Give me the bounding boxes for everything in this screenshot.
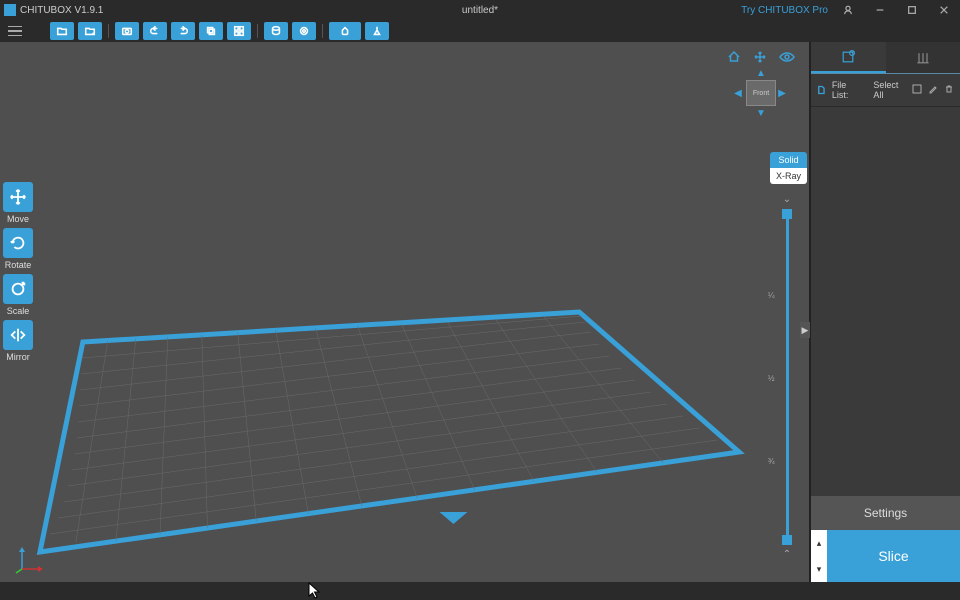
right-panel: File List: Select All Settings ▴ ▾ Slice bbox=[810, 42, 960, 582]
app-icon bbox=[4, 4, 16, 16]
status-bar bbox=[0, 582, 960, 600]
document-title: untitled* bbox=[462, 5, 498, 16]
right-panel-tabs bbox=[811, 42, 960, 74]
undo-button[interactable] bbox=[143, 22, 167, 40]
close-button[interactable] bbox=[932, 2, 956, 18]
redo-button[interactable] bbox=[171, 22, 195, 40]
scale-label: Scale bbox=[7, 306, 30, 316]
cube-down[interactable]: ▼ bbox=[756, 108, 766, 118]
build-plate bbox=[0, 42, 809, 582]
settings-button[interactable]: Settings bbox=[811, 496, 960, 530]
move-tool[interactable]: Move bbox=[2, 182, 34, 224]
separator bbox=[257, 24, 258, 38]
display-mode-toggle: Solid X-Ray bbox=[770, 152, 807, 184]
scale-tool[interactable]: Scale bbox=[2, 274, 34, 316]
maximize-button[interactable] bbox=[900, 2, 924, 18]
screenshot-button[interactable] bbox=[115, 22, 139, 40]
pan-button[interactable] bbox=[753, 50, 767, 69]
viewport[interactable]: Move Rotate Scale Mirror bbox=[0, 42, 810, 582]
slice-row: ▴ ▾ Slice bbox=[811, 530, 960, 582]
cube-face[interactable]: Front bbox=[746, 80, 776, 106]
menu-button[interactable] bbox=[4, 22, 26, 40]
axis-gizmo bbox=[14, 544, 44, 574]
app-name: CHITUBOX V1.9.1 bbox=[20, 5, 103, 16]
view-cube[interactable]: Front ▲ ▼ ◀ ▶ bbox=[741, 74, 781, 114]
home-view-button[interactable] bbox=[727, 50, 741, 67]
edit-button[interactable] bbox=[928, 84, 938, 96]
cube-left[interactable]: ◀ bbox=[733, 88, 743, 98]
slider-tick-2: ½ bbox=[768, 374, 775, 383]
solid-mode[interactable]: Solid bbox=[770, 152, 807, 168]
rotate-label: Rotate bbox=[5, 260, 32, 270]
file-list-body bbox=[811, 107, 960, 496]
slider-tick-1: ¼ bbox=[768, 291, 775, 300]
titlebar: CHITUBOX V1.9.1 untitled* Try CHITUBOX P… bbox=[0, 0, 960, 20]
slider-track[interactable]: ¼ ½ ¾ bbox=[786, 211, 789, 543]
select-all-label: Select All bbox=[873, 80, 906, 100]
separator bbox=[108, 24, 109, 38]
slice-button[interactable]: Slice bbox=[827, 530, 960, 582]
slider-top-chevron[interactable]: ⌄ bbox=[781, 192, 793, 207]
minimize-button[interactable] bbox=[868, 2, 892, 18]
user-icon[interactable] bbox=[836, 2, 860, 18]
select-all-checkbox[interactable] bbox=[912, 84, 922, 96]
rotate-tool[interactable]: Rotate bbox=[2, 228, 34, 270]
support-settings-button[interactable] bbox=[329, 22, 361, 40]
mirror-tool[interactable]: Mirror bbox=[2, 320, 34, 362]
slider-handle-bottom[interactable] bbox=[782, 535, 792, 545]
repair-button[interactable] bbox=[365, 22, 389, 40]
profile-up[interactable]: ▴ bbox=[811, 530, 827, 556]
open-file-button[interactable] bbox=[50, 22, 74, 40]
try-pro-link[interactable]: Try CHITUBOX Pro bbox=[741, 5, 828, 16]
tab-supports[interactable] bbox=[886, 42, 960, 73]
perspective-button[interactable] bbox=[779, 50, 795, 68]
panel-collapse-button[interactable]: ▶ bbox=[800, 322, 810, 338]
file-icon bbox=[817, 85, 826, 95]
move-label: Move bbox=[7, 214, 29, 224]
file-list-header: File List: Select All bbox=[811, 74, 960, 107]
slider-handle-top[interactable] bbox=[782, 209, 792, 219]
auto-layout-button[interactable] bbox=[227, 22, 251, 40]
layer-slider: ⌄ ¼ ½ ¾ ⌃ bbox=[777, 192, 797, 562]
left-tools: Move Rotate Scale Mirror bbox=[2, 182, 34, 362]
hollow-button[interactable] bbox=[264, 22, 288, 40]
profile-stepper: ▴ ▾ bbox=[811, 530, 827, 582]
tab-objects[interactable] bbox=[811, 42, 886, 73]
view-controls: Front ▲ ▼ ◀ ▶ bbox=[721, 48, 801, 138]
delete-button[interactable] bbox=[944, 84, 954, 96]
cube-up[interactable]: ▲ bbox=[756, 68, 766, 78]
main-area: Move Rotate Scale Mirror bbox=[0, 42, 960, 582]
dig-hole-button[interactable] bbox=[292, 22, 316, 40]
save-file-button[interactable] bbox=[78, 22, 102, 40]
slider-bottom-chevron[interactable]: ⌃ bbox=[781, 547, 793, 562]
toolbar bbox=[0, 20, 960, 42]
mirror-label: Mirror bbox=[6, 352, 30, 362]
slider-tick-3: ¾ bbox=[768, 457, 775, 466]
profile-down[interactable]: ▾ bbox=[811, 556, 827, 582]
file-list-label: File List: bbox=[832, 80, 862, 100]
separator bbox=[322, 24, 323, 38]
cube-right[interactable]: ▶ bbox=[777, 88, 787, 98]
xray-mode[interactable]: X-Ray bbox=[770, 168, 807, 184]
copy-button[interactable] bbox=[199, 22, 223, 40]
